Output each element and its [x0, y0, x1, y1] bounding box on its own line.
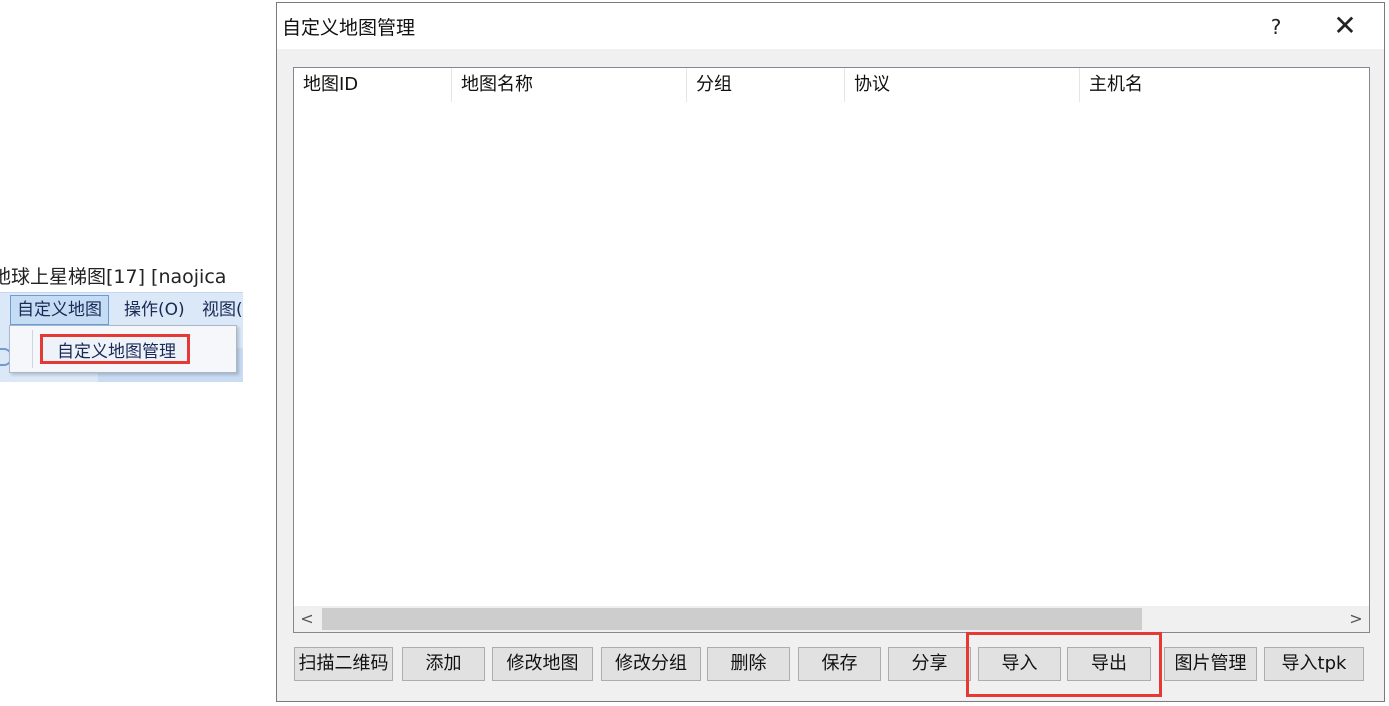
- list-header: 地图ID 地图名称 分组 协议 主机名: [294, 68, 1369, 102]
- map-list[interactable]: 地图ID 地图名称 分组 协议 主机名 < >: [293, 67, 1370, 633]
- main-window-snippet: 地球上星梯图[17] [naojica 自定义地图 操作(O) 视图( 自定义地…: [0, 262, 243, 382]
- menu-operation[interactable]: 操作(O): [118, 296, 191, 324]
- dropdown-gutter: [32, 330, 33, 368]
- menu-item-custom-map-manage[interactable]: 自定义地图管理: [40, 334, 190, 364]
- column-header-map-name[interactable]: 地图名称: [452, 68, 687, 102]
- edit-group-button[interactable]: 修改分组: [601, 647, 701, 681]
- column-header-protocol[interactable]: 协议: [845, 68, 1080, 102]
- export-button[interactable]: 导出: [1067, 647, 1151, 681]
- help-icon[interactable]: ?: [1256, 9, 1296, 45]
- horizontal-scrollbar[interactable]: < >: [294, 606, 1369, 632]
- scan-qr-button[interactable]: 扫描二维码: [294, 647, 393, 681]
- menu-view[interactable]: 视图(: [196, 296, 249, 324]
- column-header-map-id[interactable]: 地图ID: [294, 68, 452, 102]
- column-header-hostname[interactable]: 主机名: [1080, 68, 1369, 102]
- import-button[interactable]: 导入: [978, 647, 1061, 681]
- save-button[interactable]: 保存: [798, 647, 881, 681]
- edit-map-button[interactable]: 修改地图: [492, 647, 593, 681]
- chevron-right-icon[interactable]: >: [1343, 606, 1369, 632]
- add-button[interactable]: 添加: [402, 647, 485, 681]
- menubar: 自定义地图 操作(O) 视图(: [0, 292, 243, 327]
- chevron-left-icon[interactable]: <: [294, 606, 320, 632]
- close-icon[interactable]: ✕: [1322, 9, 1368, 45]
- share-button[interactable]: 分享: [888, 647, 971, 681]
- main-window-title: 地球上星梯图[17] [naojica: [0, 266, 227, 288]
- delete-button[interactable]: 删除: [707, 647, 790, 681]
- custom-map-manage-dialog: 自定义地图管理 ? ✕ 地图ID 地图名称 分组 协议 主机名 < > 扫描二维…: [276, 2, 1385, 702]
- scrollbar-thumb[interactable]: [322, 608, 1142, 630]
- custom-map-dropdown: 自定义地图管理: [9, 325, 237, 373]
- column-header-group[interactable]: 分组: [687, 68, 845, 102]
- image-manage-button[interactable]: 图片管理: [1164, 647, 1257, 681]
- dialog-titlebar: 自定义地图管理 ? ✕: [277, 3, 1384, 49]
- menu-custom-map[interactable]: 自定义地图: [10, 295, 109, 325]
- dialog-title: 自定义地图管理: [282, 17, 416, 39]
- import-tpk-button[interactable]: 导入tpk: [1264, 647, 1364, 681]
